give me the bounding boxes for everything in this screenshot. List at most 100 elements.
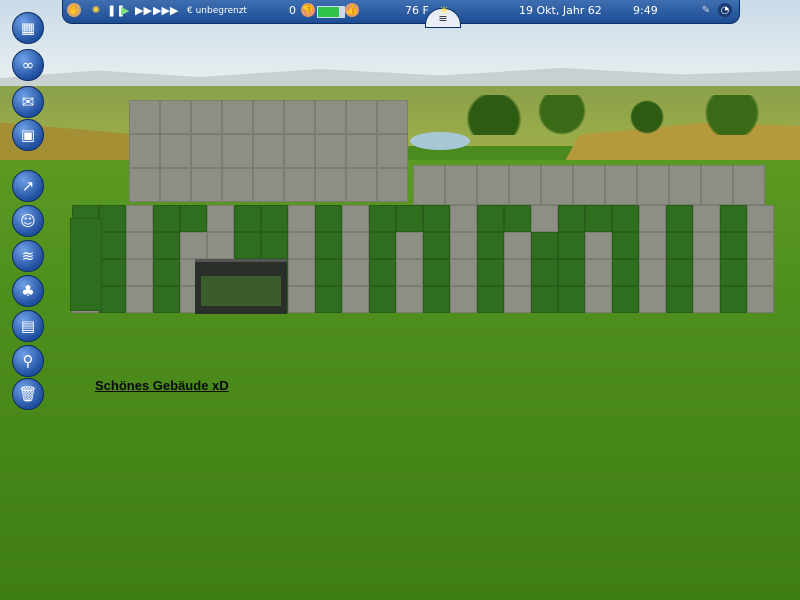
hedge-block xyxy=(477,232,504,259)
landscape-tree-button[interactable]: ♣ xyxy=(12,275,44,307)
stone-hedge-building[interactable] xyxy=(0,0,800,600)
speed-gear-icon[interactable]: ✺ xyxy=(89,3,103,17)
hedge-block xyxy=(315,232,342,259)
hedge-block xyxy=(153,259,180,286)
landscape-tree-icon: ♣ xyxy=(21,282,35,300)
binoculars-icon: ∞ xyxy=(21,56,35,74)
stone-block xyxy=(129,134,160,168)
temperature-display[interactable]: 76 F xyxy=(405,3,429,19)
stone-block xyxy=(129,100,160,134)
building-entrance-gate[interactable] xyxy=(195,259,287,314)
map-button[interactable]: ▦ xyxy=(12,12,44,44)
hedge-block xyxy=(261,205,288,232)
thumbs-up-icon[interactable]: 👍 xyxy=(345,3,359,17)
tickets-button[interactable]: ✉ xyxy=(12,86,44,118)
hedge-block xyxy=(612,232,639,259)
path-button[interactable]: ▤ xyxy=(12,310,44,342)
stone-block xyxy=(253,100,284,134)
stone-block xyxy=(288,232,315,259)
stone-block xyxy=(191,168,222,202)
hedge-block xyxy=(720,259,747,286)
hedge-block xyxy=(558,232,585,259)
trash-bin-button[interactable]: 🗑 xyxy=(12,378,44,410)
guest-count[interactable]: 0 xyxy=(289,3,296,19)
stone-block xyxy=(284,134,315,168)
gate-interior xyxy=(201,276,281,306)
stone-block xyxy=(747,259,774,286)
hedge-block xyxy=(369,286,396,313)
stone-block xyxy=(639,232,666,259)
shovel-icon: ⚲ xyxy=(22,352,34,370)
stone-block xyxy=(288,205,315,232)
date-display[interactable]: 19 Okt, Jahr 62 xyxy=(519,3,602,19)
stone-block xyxy=(342,259,369,286)
stone-block xyxy=(747,286,774,313)
staff-button[interactable]: ☺ xyxy=(12,205,44,237)
stone-block xyxy=(191,100,222,134)
feather-icon[interactable]: ✎ xyxy=(699,3,713,17)
hedge-block xyxy=(558,259,585,286)
stone-block xyxy=(585,259,612,286)
hedge-block xyxy=(423,232,450,259)
stone-block xyxy=(693,286,720,313)
staff-icon: ☺ xyxy=(20,212,36,230)
hedge-block xyxy=(99,286,126,313)
stone-block xyxy=(396,259,423,286)
money-display[interactable]: € unbegrenzt xyxy=(187,3,247,19)
stone-block xyxy=(315,168,346,202)
stone-block xyxy=(509,165,541,205)
building-sign[interactable]: Schönes Gebäude xD xyxy=(95,378,229,393)
hedge-block xyxy=(504,205,531,232)
time-display[interactable]: 9:49 xyxy=(633,3,658,19)
stone-block xyxy=(413,165,445,205)
hedge-block xyxy=(477,259,504,286)
stopwatch-icon[interactable]: ◔ xyxy=(718,3,732,17)
stone-block xyxy=(396,286,423,313)
stone-block xyxy=(284,168,315,202)
advisor-hand-icon[interactable]: ✋ xyxy=(67,3,81,17)
fastest-button[interactable]: ▶▶▶ xyxy=(153,3,178,19)
stone-block xyxy=(693,259,720,286)
game-viewport[interactable] xyxy=(0,0,800,600)
hedge-block xyxy=(531,259,558,286)
hedge-block xyxy=(315,259,342,286)
stone-block xyxy=(207,232,234,259)
stone-block xyxy=(701,165,733,205)
ride-tracks-button[interactable]: ≋ xyxy=(12,240,44,272)
stone-block xyxy=(693,232,720,259)
stone-block xyxy=(180,232,207,259)
stone-block xyxy=(191,134,222,168)
stone-block xyxy=(450,232,477,259)
hedge-block xyxy=(585,205,612,232)
hedge-block xyxy=(666,205,693,232)
hedge-block xyxy=(369,259,396,286)
stone-block xyxy=(315,134,346,168)
thumbs-down-icon[interactable]: 👎 xyxy=(301,3,315,17)
stone-block xyxy=(396,232,423,259)
stone-block xyxy=(222,168,253,202)
trash-bin-icon: 🗑 xyxy=(18,385,38,403)
stone-block xyxy=(445,165,477,205)
hedge-block xyxy=(234,232,261,259)
stone-block xyxy=(253,134,284,168)
hedge-block xyxy=(423,259,450,286)
park-rating-bar[interactable] xyxy=(317,6,345,18)
stone-block xyxy=(377,134,408,168)
play-button[interactable]: ▶ xyxy=(121,3,129,19)
stone-block xyxy=(450,259,477,286)
hedge-block xyxy=(369,232,396,259)
stone-block xyxy=(639,259,666,286)
stone-block xyxy=(160,100,191,134)
hedge-block xyxy=(720,205,747,232)
stone-block xyxy=(504,286,531,313)
hedge-block xyxy=(99,205,126,232)
shovel-button[interactable]: ⚲ xyxy=(12,345,44,377)
stone-block xyxy=(253,168,284,202)
hedge-block xyxy=(423,205,450,232)
finance-chart-button[interactable]: ↗ xyxy=(12,170,44,202)
hedge-block xyxy=(531,232,558,259)
scenery-flag-button[interactable]: ▣ xyxy=(12,119,44,151)
hedge-block xyxy=(666,232,693,259)
fast-forward-button[interactable]: ▶▶ xyxy=(135,3,152,19)
binoculars-button[interactable]: ∞ xyxy=(12,49,44,81)
